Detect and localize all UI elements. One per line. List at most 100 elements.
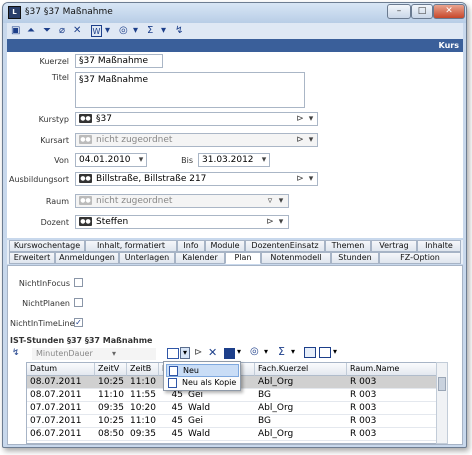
notintimeline-checkbox[interactable]: ✓ [74,318,83,327]
tab-module[interactable]: Module [205,240,245,252]
app-icon: L [8,6,21,19]
notinfocus-checkbox[interactable] [74,278,83,287]
col-header-raum[interactable]: Raum.Name [347,363,437,376]
table-icon[interactable] [304,347,316,358]
folder-icon[interactable]: ⊳ [294,173,306,185]
sum-icon[interactable]: Σ [147,25,153,37]
maximize-button[interactable]: □ [411,4,433,19]
chevron-down-icon[interactable]: ▾ [333,347,337,356]
titel-field[interactable]: §37 Maßnahme [75,72,305,108]
sum-icon[interactable]: Σ [278,345,285,358]
kuerzel-field[interactable]: §37 Maßnahme [75,54,163,68]
tab-unterlagen[interactable]: Unterlagen [119,252,175,264]
von-value: 04.01.2010 [79,155,131,165]
save-icon[interactable]: ▣ [11,25,20,37]
tab-vertrag[interactable]: Vertrag [371,240,417,252]
minutendauer-dropdown[interactable]: MinutenDauer ▾ [32,348,156,360]
link-icon[interactable]: ↯ [12,348,20,358]
tab-inhalt-formatiert[interactable]: Inhalt, formatiert [85,240,177,252]
chevron-down-icon[interactable]: ▾ [161,25,166,37]
tab-plan[interactable]: Plan [225,252,261,264]
tab-fz-option[interactable]: FZ-Option [379,252,461,264]
col-header-datum[interactable]: Datum [27,363,95,376]
chevron-down-icon[interactable]: ▾ [276,195,286,207]
tab-themen[interactable]: Themen [325,240,371,252]
up-icon[interactable]: ⏶ [27,25,35,37]
globe-icon[interactable]: ◎ [119,25,128,37]
title-bar[interactable]: L §37 §37 Maßnahme – □ ✕ [3,3,466,23]
table-row[interactable]: 06.07.2011 08:50 09:35 45 Wald Abl_Org R… [27,428,437,441]
notinfocus-label: NichtInFocus [18,279,70,288]
kursart-field[interactable]: ●● nicht zugeordnet ⊳ ▾ [75,133,318,147]
von-label: Von [54,156,69,165]
delete-icon[interactable]: ✕ [208,346,217,359]
menu-item-neu-als-kopie[interactable]: Neu als Kopie [166,377,239,390]
col-header-fach[interactable]: Fach.Kuerzel [255,363,347,376]
folder-icon[interactable]: ⊳ [264,216,276,228]
bis-date-field[interactable]: 31.03.2012 ▾ [198,153,270,167]
table-row[interactable]: 07.07.2011 10:25 11:10 45 Gei BG R 003 [27,415,437,428]
chevron-down-icon[interactable]: ▾ [276,216,286,228]
scroll-thumb[interactable] [438,377,446,391]
notplanen-checkbox[interactable] [74,298,83,307]
ausbildungsort-value: Billstraße, Billstraße 217 [96,174,207,184]
attach-icon[interactable]: ⌀ [59,25,65,37]
cell-fach: BG [258,416,271,426]
von-date-field[interactable]: 04.01.2010 ▾ [75,153,147,167]
tab-anmeldungen[interactable]: Anmeldungen [55,252,119,264]
globe-icon[interactable]: ◎ [250,346,259,357]
kurstyp-field[interactable]: ●● §37 ⊳ ▾ [75,112,318,126]
chevron-down-icon[interactable]: ▾ [237,347,241,356]
plan-panel: NichtInFocus NichtPlanen NichtInTimeLine… [7,265,463,445]
chevron-down-icon[interactable]: ▾ [306,113,316,125]
cell-datum: 08.07.2011 [30,377,82,387]
chevron-down-icon[interactable]: ▾ [180,347,190,359]
tab-dozenteneinsatz[interactable]: DozentenEinsatz [245,240,325,252]
cell-zeitb: 11:55 [130,390,156,400]
folder-icon[interactable]: ⊳ [194,347,202,358]
minimize-button[interactable]: – [387,4,411,19]
folder-icon[interactable]: ⊳ [294,134,306,146]
folder-icon[interactable]: ▿ [264,195,276,207]
ist-section-label: IST-Stunden §37 §37 Maßnahme [10,336,153,345]
tab-row-1: Kurswochentage Inhalt, formatiert Info M… [7,240,463,252]
tab-kalender[interactable]: Kalender [175,252,225,264]
tab-notenmodell[interactable]: Notenmodell [261,252,331,264]
chevron-down-icon[interactable]: ▾ [264,347,268,356]
chevron-down-icon[interactable]: ▾ [105,25,110,37]
cell-zeitv: 09:35 [98,403,124,413]
cell-fach: Abl_Org [258,377,294,387]
close-button[interactable]: ✕ [433,4,465,19]
tab-stunden[interactable]: Stunden [331,252,379,264]
menu-item-label: Neu [183,366,199,375]
chevron-down-icon[interactable]: ▾ [306,134,316,146]
cell-dozent: Wald [188,403,211,413]
dozent-field[interactable]: ●● Steffen ⊳ ▾ [75,215,289,229]
table-row[interactable]: 07.07.2011 09:35 10:20 45 Wald Abl_Org R… [27,402,437,415]
tab-inhalte[interactable]: Inhalte [417,240,461,252]
word-icon[interactable] [224,348,235,359]
col-header-zeitv[interactable]: ZeitV [95,363,127,376]
new-record-icon[interactable] [167,348,179,359]
chevron-down-icon[interactable]: ▾ [291,347,295,356]
tab-kurswochentage[interactable]: Kurswochentage [9,240,85,252]
word-icon[interactable]: W [91,25,102,37]
cell-fach: Abl_Org [258,403,294,413]
ausbildungsort-field[interactable]: ●● Billstraße, Billstraße 217 ⊳ ▾ [75,172,318,186]
chevron-down-icon[interactable]: ▾ [259,154,269,166]
delete-icon[interactable]: ✕ [73,25,81,37]
kursart-value: nicht zugeordnet [96,135,173,145]
chevron-down-icon[interactable]: ▾ [306,173,316,185]
link-icon[interactable]: ↯ [175,25,183,37]
chevron-down-icon[interactable]: ▾ [133,25,138,37]
down-icon[interactable]: ⏷ [43,25,51,37]
chevron-down-icon[interactable]: ▾ [136,154,146,166]
folder-icon[interactable]: ⊳ [294,113,306,125]
raum-field[interactable]: ●● nicht zugeordnet ▿ ▾ [75,194,289,208]
menu-item-neu[interactable]: Neu [166,364,239,377]
tab-info[interactable]: Info [177,240,205,252]
grid-scrollbar[interactable] [436,362,448,444]
layout-icon[interactable] [319,347,331,358]
col-header-zeitb[interactable]: ZeitB [127,363,159,376]
tab-erweitert[interactable]: Erweitert [9,252,55,264]
